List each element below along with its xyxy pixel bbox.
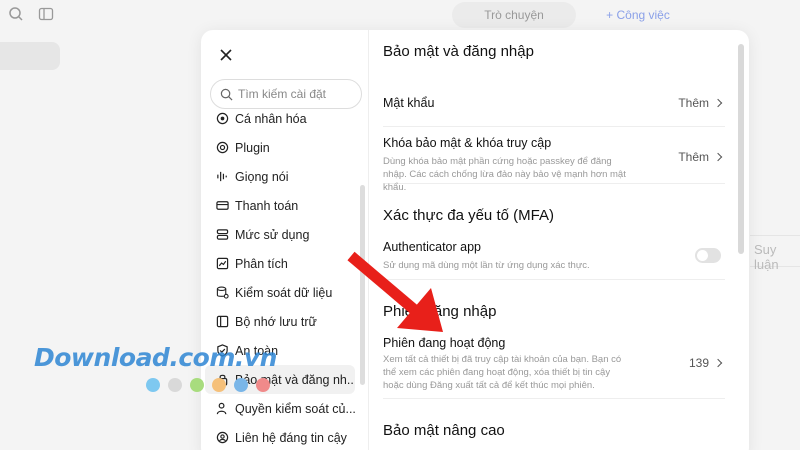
- settings-nav-scroll[interactable]: Cá nhân hóa Plugin Giọng nói Thanh toán …: [201, 110, 361, 450]
- watermark-dots: [146, 378, 270, 392]
- active-sessions-button[interactable]: 139: [688, 356, 723, 370]
- settings-modal: Cá nhân hóa Plugin Giọng nói Thanh toán …: [201, 30, 749, 450]
- close-icon: [220, 49, 232, 61]
- at-icon: [215, 141, 229, 155]
- sidebar-toggle-icon[interactable]: [38, 6, 54, 22]
- passkey-desc: Dùng khóa bảo mật phần cứng hoặc passkey…: [383, 156, 626, 193]
- passkey-add-label: Thêm: [678, 150, 709, 164]
- sidebar-item-trusted-contacts[interactable]: Liên hệ đáng tin cậy: [205, 423, 355, 450]
- top-left-toolbar: [8, 6, 54, 22]
- sidebar-item-usage[interactable]: Mức sử dụng: [205, 220, 355, 249]
- storage-icon: [215, 315, 229, 329]
- sidebar-item-label: Quyền kiểm soát củ...: [235, 401, 355, 416]
- background-tabs: Trò chuyện + Công việc: [452, 2, 700, 28]
- search-input[interactable]: [238, 87, 353, 101]
- watermark-dot: [212, 378, 226, 392]
- password-row[interactable]: Mật khẩu Thêm: [383, 82, 725, 127]
- watermark-dot: [146, 378, 160, 392]
- password-label: Mật khẩu: [383, 96, 435, 110]
- sidebar-item-personalize[interactable]: Cá nhân hóa: [205, 110, 355, 133]
- close-button[interactable]: [215, 44, 237, 66]
- watermark-logo: Download.com.vn: [34, 343, 277, 372]
- personalize-icon: [215, 112, 229, 126]
- sidebar-item-voice[interactable]: Giọng nói: [205, 162, 355, 191]
- password-add-label: Thêm: [678, 96, 709, 110]
- passkey-label: Khóa bảo mật & khóa truy cập: [383, 136, 552, 150]
- usage-icon: [215, 228, 229, 242]
- password-add-button[interactable]: Thêm: [678, 96, 723, 110]
- sidebar-item-label: Bộ nhớ lưu trữ: [235, 314, 317, 329]
- sidebar-item-billing[interactable]: Thanh toán: [205, 191, 355, 220]
- section-title: Xác thực đa yếu tố (MFA): [383, 207, 554, 224]
- sidebar-item-label: Plugin: [235, 140, 270, 155]
- sidebar-item-label: Liên hệ đáng tin cậy: [235, 430, 347, 445]
- sidebar-item-label: Mức sử dụng: [235, 227, 310, 242]
- sidebar-item-parental-control[interactable]: Quyền kiểm soát củ...: [205, 394, 355, 423]
- watermark-dot: [256, 378, 270, 392]
- sidebar-item-plugin[interactable]: Plugin: [205, 133, 355, 162]
- sidebar-item-label: Giọng nói: [235, 169, 289, 184]
- background-sidebar-item[interactable]: [0, 42, 60, 70]
- sidebar-item-data-control[interactable]: Kiểm soát dữ liệu: [205, 278, 355, 307]
- passkey-add-button[interactable]: Thêm: [678, 150, 723, 164]
- settings-content: Bảo mật và đăng nhập Mật khẩu Thêm Khóa …: [369, 30, 749, 450]
- data-control-icon: [215, 286, 229, 300]
- sidebar-item-label: Phân tích: [235, 256, 288, 271]
- authenticator-toggle[interactable]: [695, 248, 721, 263]
- search-field[interactable]: [210, 79, 362, 109]
- session-count: 139: [688, 356, 709, 370]
- search-icon[interactable]: [8, 6, 24, 22]
- background-side-text: Suy luận: [754, 242, 779, 272]
- red-arrow-annotation: [347, 251, 443, 332]
- person-control-icon: [215, 402, 229, 416]
- sidebar-item-analytics[interactable]: Phân tích: [205, 249, 355, 278]
- section-title: Bảo mật và đăng nhập: [383, 43, 534, 60]
- tab-tasks[interactable]: + Công việc: [576, 2, 700, 28]
- sidebar-item-storage[interactable]: Bộ nhớ lưu trữ: [205, 307, 355, 336]
- sidebar-item-label: Thanh toán: [235, 198, 299, 213]
- watermark-dot: [190, 378, 204, 392]
- chart-icon: [215, 257, 229, 271]
- chevron-right-icon: [713, 152, 723, 162]
- card-icon: [215, 199, 229, 213]
- search-icon: [220, 88, 233, 100]
- section-title: Bảo mật nâng cao: [383, 422, 505, 439]
- chevron-right-icon: [713, 98, 723, 108]
- sidebar-item-label: Cá nhân hóa: [235, 111, 307, 126]
- chevron-right-icon: [713, 358, 723, 368]
- contact-icon: [215, 431, 229, 445]
- content-scrollbar[interactable]: [738, 44, 744, 254]
- tab-chat[interactable]: Trò chuyện: [452, 2, 576, 28]
- voice-wave-icon: [215, 170, 229, 184]
- watermark-dot: [168, 378, 182, 392]
- passkey-row[interactable]: Khóa bảo mật & khóa truy cập Dùng khóa b…: [383, 127, 725, 193]
- watermark-dot: [234, 378, 248, 392]
- active-sessions-desc: Xem tất cả thiết bị đã truy cập tài khoả…: [383, 354, 622, 391]
- settings-nav: Cá nhân hóa Plugin Giọng nói Thanh toán …: [205, 110, 355, 450]
- sidebar-item-label: Kiểm soát dữ liệu: [235, 285, 333, 300]
